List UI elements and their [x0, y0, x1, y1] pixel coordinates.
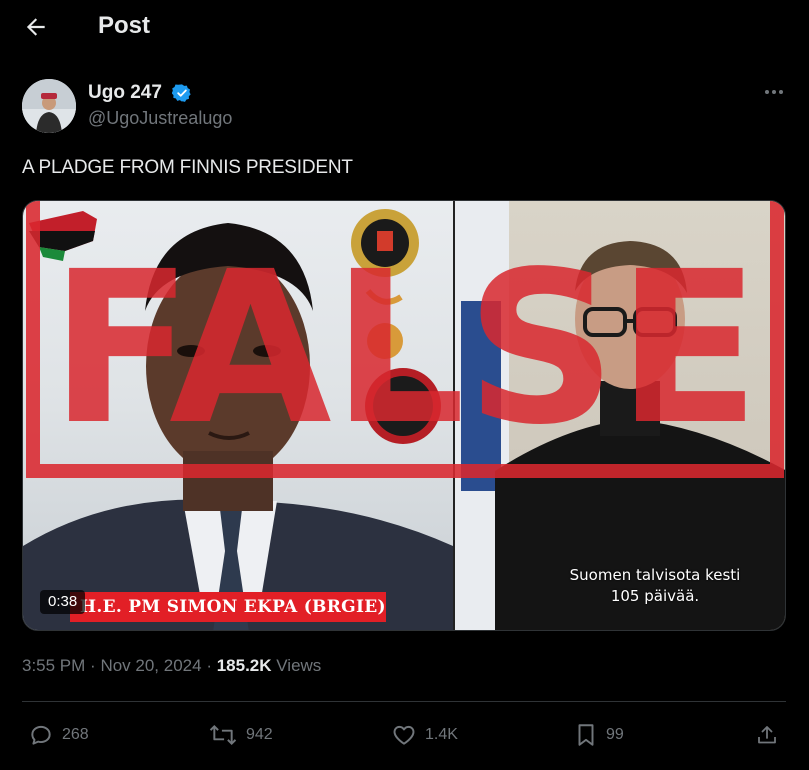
bookmark-button[interactable]: 99: [574, 722, 624, 748]
author-handle[interactable]: @UgoJustrealugo: [88, 108, 232, 129]
bookmark-icon: [578, 724, 594, 746]
meta-separator: ·: [206, 656, 217, 675]
share-button[interactable]: [755, 722, 779, 748]
verified-badge-icon: [172, 84, 191, 102]
views-label: Views: [276, 656, 322, 675]
post-time[interactable]: 3:55 PM: [22, 656, 85, 675]
video-duration-badge: 0:38: [40, 590, 86, 614]
subtitle-line-2: 105 päivää.: [610, 587, 700, 605]
like-count: 1.4K: [425, 726, 458, 743]
meta-separator: ·: [90, 656, 101, 675]
repost-icon: [209, 724, 237, 746]
post-date[interactable]: Nov 20, 2024: [100, 656, 201, 675]
lower-third-text: H.E. PM SIMON EKPA (BRGIE): [80, 597, 386, 617]
divider-top: [22, 701, 786, 702]
heart-icon: [393, 725, 415, 745]
views-count: 185.2K: [216, 656, 272, 675]
post-meta: 3:55 PM · Nov 20, 2024 · 185.2K Views: [22, 656, 321, 676]
more-horizontal-icon: [765, 90, 783, 94]
share-icon: [758, 726, 776, 744]
post-text: A PLADGE FROM FINNIS PRESIDENT: [22, 157, 353, 178]
back-button[interactable]: [22, 14, 50, 40]
reply-icon: [31, 725, 51, 745]
page-title: Post: [98, 12, 151, 39]
more-options-button[interactable]: [762, 82, 786, 102]
video-subtitle: Suomen talvisota kesti 105 päivää.: [535, 565, 775, 607]
like-button[interactable]: 1.4K: [391, 722, 458, 748]
reply-count: 268: [62, 726, 89, 743]
avatar[interactable]: [22, 79, 76, 133]
arrow-left-icon: [26, 18, 45, 36]
reply-button[interactable]: 268: [28, 722, 89, 748]
bookmark-count: 99: [606, 726, 624, 743]
video-media[interactable]: FALSE Suomen talvisota kesti 105 päivää.: [22, 200, 786, 631]
top-bar: Post: [0, 0, 809, 54]
author-display-name[interactable]: Ugo 247: [88, 82, 162, 104]
false-stamp-text: FALSE: [50, 226, 760, 471]
subtitle-line-1: Suomen talvisota kesti: [569, 566, 741, 584]
repost-count: 942: [246, 726, 273, 743]
repost-button[interactable]: 942: [208, 722, 273, 748]
